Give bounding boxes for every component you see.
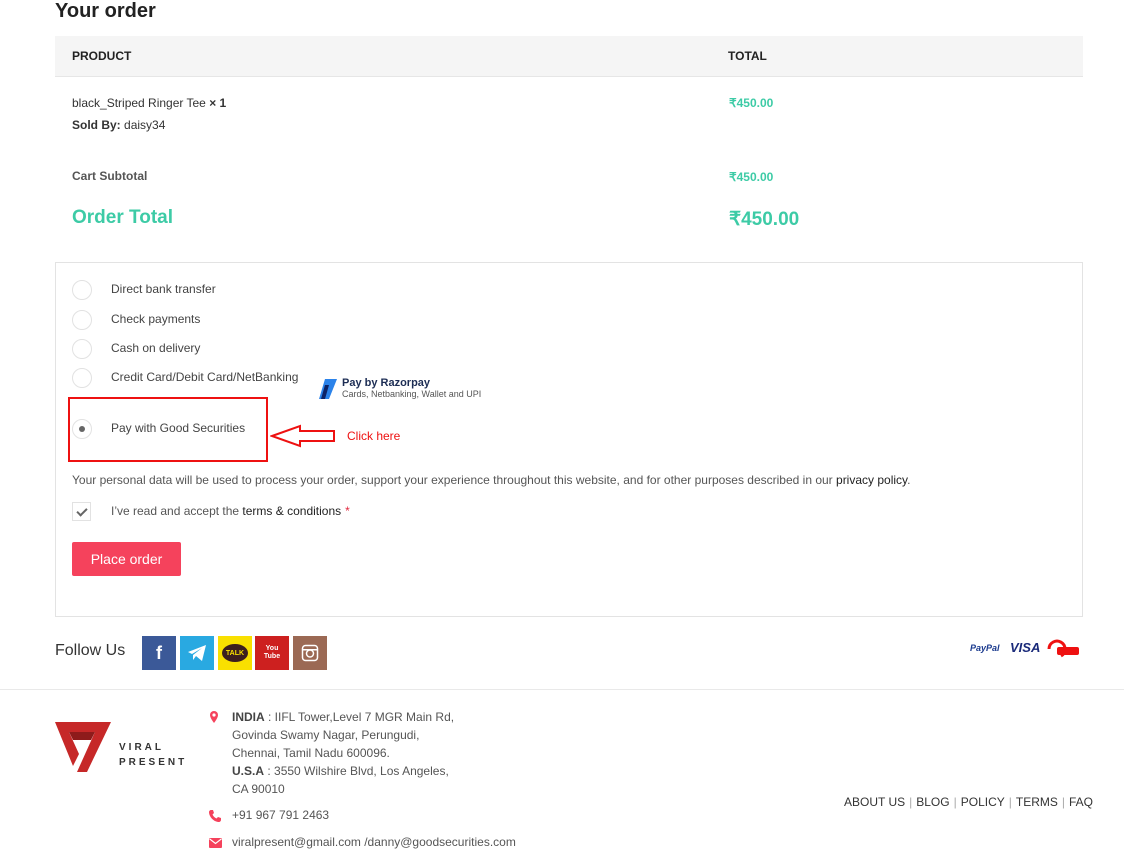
- payment-option-label: Cash on delivery: [111, 341, 201, 355]
- sold-by-label: Sold By:: [72, 118, 121, 132]
- usa-address-line-2: CA 90010: [232, 782, 285, 796]
- place-order-button[interactable]: Place order: [72, 542, 181, 576]
- annotation-click-here: Click here: [347, 429, 401, 443]
- terms-checkbox[interactable]: [72, 502, 91, 521]
- brand-wordmark: VIRAL PRESENT: [119, 740, 187, 770]
- footer-divider: [0, 689, 1124, 690]
- visa-logo: VISA: [1010, 640, 1041, 655]
- razorpay-logo-icon: [319, 379, 337, 399]
- item-price: ₹450.00: [729, 96, 774, 110]
- office-address: INDIA : IIFL Tower,Level 7 MGR Main Rd, …: [232, 708, 454, 798]
- footer-link-separator: |: [1061, 795, 1065, 809]
- order-total-label: Order Total: [72, 207, 173, 228]
- annotation-arrow-icon: [270, 424, 335, 448]
- india-address-line-3: Chennai, Tamil Nadu 600096.: [232, 746, 390, 760]
- follow-us-label: Follow Us: [55, 642, 126, 659]
- footer-link-about-us[interactable]: ABOUT US: [844, 795, 905, 809]
- contact-email: viralpresent@gmail.com /danny@goodsecuri…: [232, 835, 516, 849]
- footer-link-separator: |: [909, 795, 913, 809]
- annotation-highlight-box: [68, 397, 268, 462]
- payment-option-label: Check payments: [111, 312, 201, 326]
- contact-phone: +91 967 791 2463: [232, 808, 330, 822]
- order-heading: Your order: [55, 0, 156, 22]
- footer-link-policy[interactable]: POLICY: [961, 795, 1005, 809]
- india-address-line-1: : IIFL Tower,Level 7 MGR Main Rd,: [264, 710, 455, 724]
- cart-subtotal-value: ₹450.00: [729, 170, 774, 184]
- youtube-icon[interactable]: You Tube: [255, 636, 289, 670]
- cart-subtotal-label: Cart Subtotal: [72, 169, 148, 183]
- radio-cash-on-delivery[interactable]: [72, 339, 92, 359]
- india-address-line-2: Govinda Swamy Nagar, Perungudi,: [232, 728, 420, 742]
- razorpay-title: Pay by Razorpay: [342, 377, 431, 389]
- brand-line-2: PRESENT: [119, 757, 188, 768]
- telegram-icon[interactable]: [180, 636, 214, 670]
- footer-nav: ABOUT US | BLOG | POLICY | TERMS | FAQ: [844, 795, 1093, 809]
- radio-bank-transfer[interactable]: [72, 280, 92, 300]
- terms-text: I’ve read and accept the: [111, 504, 243, 518]
- privacy-notice-end: .: [907, 473, 911, 487]
- footer-link-terms[interactable]: TERMS: [1016, 795, 1058, 809]
- seller-name: daisy34: [124, 118, 166, 132]
- youtube-glyph: You Tube: [263, 645, 281, 660]
- terms-label: I’ve read and accept the terms & conditi…: [111, 504, 350, 518]
- order-item-name: black_Striped Ringer Tee × 1: [72, 96, 226, 110]
- usa-label: U.S.A: [232, 764, 265, 778]
- cash-on-delivery-icon: [1047, 639, 1079, 658]
- order-table-header: PRODUCT TOTAL: [55, 36, 1083, 77]
- kakaotalk-icon[interactable]: TALK: [218, 636, 252, 670]
- privacy-notice: Your personal data will be used to proce…: [72, 473, 911, 487]
- item-name-text: black_Striped Ringer Tee: [72, 96, 206, 110]
- terms-conditions-link[interactable]: terms & conditions: [242, 504, 341, 518]
- india-label: INDIA: [232, 710, 265, 724]
- footer-link-faq[interactable]: FAQ: [1069, 795, 1093, 809]
- product-column-header: PRODUCT: [72, 49, 132, 63]
- brand-line-1: VIRAL: [119, 742, 164, 753]
- phone-icon: [209, 810, 221, 822]
- payment-option-label: Direct bank transfer: [111, 282, 216, 296]
- instagram-icon[interactable]: [293, 636, 327, 670]
- usa-address-line-1: : 3550 Wilshire Blvd, Los Angeles,: [264, 764, 449, 778]
- viral-present-logo-icon: [55, 722, 111, 772]
- sold-by: Sold By: daisy34: [72, 118, 165, 132]
- kakaotalk-glyph: TALK: [222, 644, 248, 662]
- order-total-value: ₹450.00: [729, 209, 800, 230]
- paypal-logo: PayPal: [970, 643, 1000, 653]
- razorpay-subtitle: Cards, Netbanking, Wallet and UPI: [342, 389, 482, 399]
- footer-link-separator: |: [1008, 795, 1012, 809]
- email-icon: [209, 838, 222, 848]
- item-quantity: × 1: [209, 96, 227, 110]
- radio-check-payments[interactable]: [72, 310, 92, 330]
- payment-option-label: Credit Card/Debit Card/NetBanking: [111, 370, 299, 384]
- total-column-header: TOTAL: [728, 49, 767, 63]
- privacy-notice-text: Your personal data will be used to proce…: [72, 473, 837, 487]
- facebook-icon[interactable]: f: [142, 636, 176, 670]
- privacy-policy-link[interactable]: privacy policy: [836, 473, 907, 487]
- footer-link-separator: |: [953, 795, 957, 809]
- location-pin-icon: [210, 711, 218, 723]
- footer-link-blog[interactable]: BLOG: [916, 795, 949, 809]
- required-marker: *: [345, 504, 350, 518]
- radio-card-netbanking[interactable]: [72, 368, 92, 388]
